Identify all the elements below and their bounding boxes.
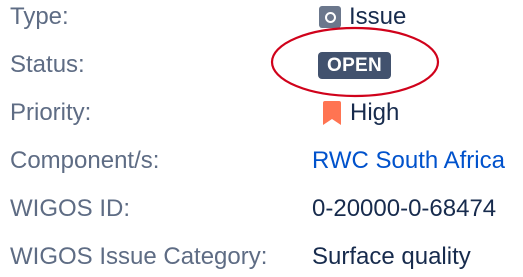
field-label-wigos-issue-category: WIGOS Issue Category: <box>10 243 268 270</box>
field-value-status[interactable]: OPEN <box>312 45 392 85</box>
field-row-type: Type: Issue <box>10 0 523 37</box>
field-label-status: Status: <box>10 51 85 78</box>
issue-details-panel: Type: Issue Status: OPEN Priority: High … <box>0 0 523 274</box>
field-row-components: Component/s: RWC South Africa <box>10 141 523 181</box>
status-badge[interactable]: OPEN <box>318 51 392 79</box>
field-value-priority: High <box>312 93 399 133</box>
field-row-wigos-id: WIGOS ID: 0-20000-0-68474 <box>10 189 523 229</box>
field-row-status: Status: OPEN <box>10 45 523 85</box>
priority-text: High <box>350 99 400 126</box>
field-label-components: Component/s: <box>10 147 160 174</box>
field-label-priority: Priority: <box>10 99 92 126</box>
field-value-type: Issue <box>312 0 406 37</box>
field-label-type: Type: <box>10 3 69 30</box>
priority-high-icon <box>323 101 341 125</box>
issue-type-icon <box>319 6 341 28</box>
component-link[interactable]: RWC South Africa <box>312 147 505 175</box>
field-value-components: RWC South Africa <box>312 141 505 181</box>
field-row-priority: Priority: High <box>10 93 523 133</box>
field-value-wigos-id: 0-20000-0-68474 <box>312 195 497 222</box>
field-value-wigos-issue-category: Surface quality <box>312 243 471 270</box>
field-row-wigos-issue-category: WIGOS Issue Category: Surface quality <box>10 237 523 277</box>
field-label-wigos-id: WIGOS ID: <box>10 195 130 222</box>
issue-type-text: Issue <box>349 3 407 30</box>
